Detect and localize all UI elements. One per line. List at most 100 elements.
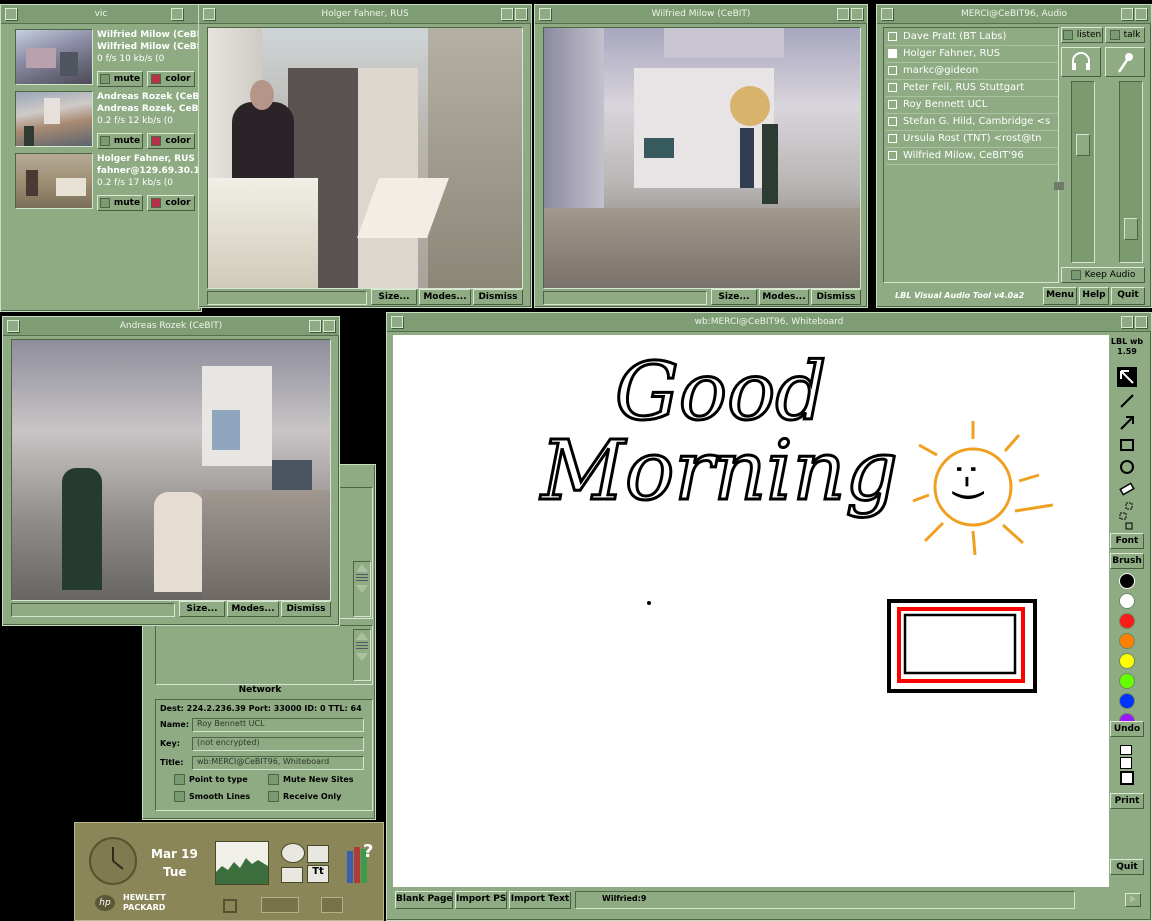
window-menu-button[interactable] (881, 8, 893, 20)
window-menu-button[interactable] (203, 8, 215, 20)
participant-checkbox[interactable] (888, 99, 897, 109)
participant-row[interactable]: Peter Feil, RUS Stuttgart (886, 80, 1058, 97)
minimize-button[interactable] (1121, 8, 1133, 20)
vat-titlebar[interactable]: MERCI@CeBIT96, Audio (877, 5, 1151, 24)
mute-checkbox[interactable] (99, 73, 110, 84)
video-frame[interactable] (543, 27, 861, 289)
load-graph[interactable] (215, 841, 269, 885)
vic-source-row[interactable]: Holger Fahner, RUS fahner@129.69.30.19/ … (15, 151, 209, 211)
line-tool-icon[interactable] (1117, 391, 1137, 411)
brush-button[interactable]: Brush (1110, 553, 1144, 569)
color-swatch[interactable] (1119, 613, 1135, 629)
microphone-button[interactable] (1105, 47, 1145, 77)
color-swatch[interactable] (1119, 573, 1135, 589)
mute-new-sites-option[interactable]: Mute New Sites (268, 774, 354, 785)
print-button[interactable]: Print (1110, 793, 1144, 809)
talk-checkbox[interactable] (1109, 29, 1120, 40)
color-swatch[interactable] (1119, 653, 1135, 669)
import-text-button[interactable]: Import Text (509, 891, 571, 909)
participant-row[interactable]: Dave Pratt (BT Labs) (886, 29, 1058, 46)
participant-row[interactable]: Stefan G. Hild, Cambridge <s (886, 114, 1058, 131)
color-checkbox[interactable] (151, 197, 162, 208)
window-menu-button[interactable] (391, 316, 403, 328)
dismiss-button[interactable]: Dismiss (811, 289, 861, 305)
participant-row[interactable]: Roy Bennett UCL (886, 97, 1058, 114)
maximize-button[interactable] (1135, 8, 1147, 20)
page-scroll-right[interactable] (1125, 893, 1141, 907)
source-thumbnail[interactable] (15, 153, 93, 209)
window-menu-button[interactable] (539, 8, 551, 20)
move-tool-icon[interactable] (1117, 501, 1137, 531)
source-thumbnail[interactable] (15, 91, 93, 147)
participant-checkbox[interactable] (888, 82, 897, 92)
lock-icon[interactable] (223, 899, 237, 913)
color-toggle[interactable]: color (147, 133, 195, 149)
size-button[interactable]: Size... (179, 601, 225, 617)
maximize-button[interactable] (515, 8, 527, 20)
slider-thumb[interactable] (1076, 134, 1090, 156)
color-swatch[interactable] (1119, 693, 1135, 709)
calendar-icon[interactable] (307, 845, 329, 863)
window-menu-button[interactable] (5, 8, 17, 20)
vic-titlebar[interactable]: vic (1, 5, 201, 24)
printer-icon[interactable] (321, 897, 343, 913)
help-books-icon[interactable]: ? (347, 841, 381, 885)
listen-checkbox[interactable] (1062, 29, 1073, 40)
talk-toggle[interactable]: talk (1105, 27, 1145, 43)
title-field[interactable]: wb:MERCI@CeBIT96, Whiteboard (192, 756, 364, 770)
color-swatch[interactable] (1119, 593, 1135, 609)
speaker-volume-slider[interactable] (1054, 81, 1095, 263)
participant-row[interactable]: Ursula Rost (TNT) <rost@tn (886, 131, 1058, 148)
clock-widget[interactable] (89, 837, 137, 885)
keep-audio-toggle[interactable]: Keep Audio (1061, 267, 1145, 283)
minimize-button[interactable] (1121, 316, 1133, 328)
quit-button[interactable]: Quit (1111, 287, 1145, 305)
minimize-button[interactable] (171, 8, 183, 20)
participant-checkbox[interactable] (888, 65, 897, 75)
mute-checkbox[interactable] (99, 135, 110, 146)
participant-row[interactable]: Holger Fahner, RUS (886, 46, 1058, 63)
workspace-switch[interactable] (261, 897, 299, 913)
info-scrollbar-bottom[interactable] (353, 629, 371, 681)
page-selector[interactable]: Wilfried:9 (575, 891, 1075, 909)
participant-row[interactable]: markc@gideon (886, 63, 1058, 80)
menu-button[interactable]: Menu (1043, 287, 1077, 305)
slider-thumb[interactable] (1124, 218, 1138, 240)
eraser-tool-icon[interactable] (1117, 479, 1137, 499)
option-checkbox[interactable] (268, 791, 279, 802)
color-toggle[interactable]: color (147, 71, 195, 87)
color-swatch[interactable] (1119, 673, 1135, 689)
arrow-tool-icon[interactable] (1117, 413, 1137, 433)
color-swatch[interactable] (1119, 633, 1135, 649)
maximize-button[interactable] (851, 8, 863, 20)
mic-volume-slider[interactable] (1119, 81, 1143, 263)
blank-page-button[interactable]: Blank Page (395, 891, 453, 909)
dismiss-button[interactable]: Dismiss (281, 601, 331, 617)
speaker-button[interactable] (1061, 47, 1101, 77)
vic-source-row[interactable]: Wilfried Milow (CeBIT) Wilfried Milow (C… (15, 27, 210, 87)
help-button[interactable]: Help (1079, 287, 1109, 305)
video-titlebar[interactable]: Wilfried Milow (CeBIT) (535, 5, 867, 24)
import-ps-button[interactable]: Import PS (455, 891, 507, 909)
maximize-button[interactable] (323, 320, 335, 332)
video-frame[interactable] (207, 27, 523, 289)
mute-toggle[interactable]: mute (97, 71, 143, 87)
video-frame[interactable] (11, 339, 331, 601)
modes-button[interactable]: Modes... (759, 289, 809, 305)
size-button[interactable]: Size... (711, 289, 757, 305)
font-button[interactable]: Font (1110, 533, 1144, 549)
option-checkbox[interactable] (174, 791, 185, 802)
mute-toggle[interactable]: mute (97, 133, 143, 149)
option-checkbox[interactable] (174, 774, 185, 785)
vic-source-row[interactable]: Andreas Rozek (CeBIT Andreas Rozek, CeBI… (15, 89, 209, 149)
size-button[interactable]: Size... (371, 289, 417, 305)
video-titlebar[interactable]: Andreas Rozek (CeBIT) (3, 317, 339, 336)
wb-titlebar[interactable]: wb:MERCI@CeBIT96, Whiteboard (387, 313, 1151, 332)
participant-checkbox[interactable] (888, 150, 897, 160)
receive-only-option[interactable]: Receive Only (268, 791, 341, 802)
minimize-button[interactable] (837, 8, 849, 20)
mute-toggle[interactable]: mute (97, 195, 143, 211)
participant-checkbox[interactable] (888, 133, 897, 143)
participant-checkbox[interactable] (888, 116, 897, 126)
modes-button[interactable]: Modes... (419, 289, 471, 305)
